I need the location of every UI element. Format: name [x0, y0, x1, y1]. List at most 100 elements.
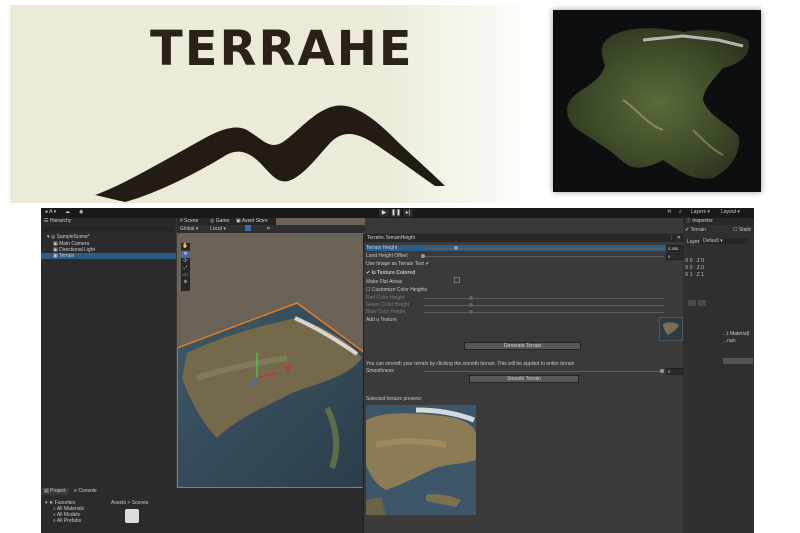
is-texture-colored-toggle[interactable]: ✔ Is Texture Colored: [366, 270, 415, 276]
pivot-label: Local: [210, 226, 222, 232]
smooth-info-text: You can smooth your terrain by clicking …: [366, 361, 575, 367]
scene-name: SampleScene*: [56, 234, 90, 240]
window-title: Terrahe.TerrainHeight ⋮ ✕: [364, 235, 684, 242]
use-image-row[interactable]: Use Image as Terrain Text ✔: [366, 261, 430, 267]
tab-console[interactable]: ≡ Console: [71, 488, 100, 495]
land-offset-slider-track[interactable]: [424, 256, 664, 257]
smoothness-field[interactable]: 5: [666, 368, 683, 375]
project-tab-label: Project: [50, 488, 66, 494]
green-color-slider-track[interactable]: [424, 305, 664, 306]
customize-color-toggle[interactable]: ☐ Customize Color Heights: [366, 287, 427, 293]
search-icon[interactable]: ⌕: [679, 209, 682, 215]
terrain-render-preview: [553, 10, 761, 192]
play-button[interactable]: ▶: [379, 209, 389, 217]
unity-scene-asset-icon[interactable]: [125, 509, 139, 523]
transform-tools: ✋ ✥ ⟳ ⤢ ▭ ⊕: [181, 243, 190, 291]
red-color-slider-track[interactable]: [424, 298, 664, 299]
move-tool-icon[interactable]: ✥: [181, 251, 190, 258]
terrain-tool-raise-icon[interactable]: [688, 300, 696, 306]
scene-view[interactable]: # Scene ◎ Game ▣ Asset Store Global ▾ Lo…: [177, 218, 365, 488]
texture-preview-image: [366, 405, 476, 515]
terrain-height-field[interactable]: 0.385: [666, 245, 683, 252]
game-tab-label: Game: [215, 218, 230, 224]
hierarchy-search[interactable]: [43, 226, 173, 232]
generate-terrain-button[interactable]: Generate Terrain: [464, 342, 581, 350]
terrain-height-window: Terrahe.TerrainHeight ⋮ ✕ Terrain Height…: [363, 234, 685, 533]
make-flat-areas-row[interactable]: Make Flat Areas: [366, 277, 460, 285]
terrain-tool-settings-icon[interactable]: [698, 300, 706, 306]
layout-dropdown[interactable]: Layout ▾: [721, 209, 740, 215]
unity-editor-window: ● A ▾ ☁ ◉ ▶ ❚❚ ▸| ⟲ ⌕ Layers ▾ Layout ▾ …: [41, 208, 754, 533]
cloud-icon[interactable]: ☁: [65, 209, 70, 215]
checkmark-icon[interactable]: ✔: [425, 261, 429, 267]
favorite-prefabs-label: All Prefabs: [56, 518, 82, 524]
favorite-item[interactable]: ⌕ All Prefabs: [53, 518, 81, 524]
snap-icon[interactable]: ⌗: [267, 226, 270, 232]
shading-dropdown[interactable]: Global ▾: [180, 226, 198, 232]
blue-color-slider-track[interactable]: [424, 312, 664, 313]
terrain-height-slider-handle[interactable]: [454, 246, 458, 250]
blue-color-height-label: Blue Color Height: [366, 309, 406, 315]
tab-hierarchy[interactable]: ☰ Hierarchy: [41, 218, 176, 225]
checkmark-icon: ✔: [366, 270, 371, 276]
close-icon[interactable]: ✕: [677, 235, 681, 242]
land-offset-slider-handle[interactable]: [421, 254, 425, 258]
project-panel: ▤ Project ≡ Console ▾ ★ Favorites ⌕ All …: [41, 488, 363, 533]
add-component-button[interactable]: [723, 358, 753, 364]
inspector-panel: ⓘ Inspector ✔ Terrain ☐ Static Layer Def…: [683, 218, 754, 533]
green-color-slider-handle[interactable]: [469, 303, 473, 307]
static-toggle[interactable]: ☐ Static: [733, 227, 751, 233]
smoothness-label: Smoothness: [366, 368, 394, 374]
tab-inspector[interactable]: ⓘ Inspector: [683, 218, 754, 225]
transform-row-1: X 0 Z 0: [685, 258, 704, 264]
transform-tool-icon[interactable]: ⊕: [181, 279, 190, 286]
tab-project[interactable]: ▤ Project: [41, 488, 69, 495]
hand-tool-icon[interactable]: ✋: [181, 243, 190, 251]
logo-banner: TERRAHE: [10, 5, 535, 203]
terrain-label: Terrain: [59, 253, 75, 259]
hierarchy-item-terrain[interactable]: ▣ Terrain: [41, 253, 176, 259]
red-color-height-label: Red Color Height: [366, 295, 405, 301]
object-name: Terrain: [690, 227, 706, 233]
hierarchy-panel: ☰ Hierarchy ▾ ◎ SampleScene* ▣ Main Came…: [41, 218, 176, 488]
account-dropdown[interactable]: ● A ▾: [45, 209, 56, 215]
tab-asset-store[interactable]: ▣ Asset Store: [233, 218, 276, 225]
window-menu-icon[interactable]: ⋮: [669, 235, 674, 242]
make-flat-areas-checkbox[interactable]: [453, 277, 460, 283]
layers-label: Layers: [691, 209, 707, 215]
breadcrumb[interactable]: Assets > Scenes: [111, 500, 148, 506]
pause-button[interactable]: ❚❚: [391, 209, 401, 217]
terrain-height-label: Terrain Height: [366, 245, 398, 251]
smoothness-slider-handle[interactable]: [660, 369, 664, 373]
collab-icon[interactable]: ◉: [79, 209, 83, 215]
static-label: Static: [738, 227, 752, 233]
add-texture-label: Add a Texture: [366, 317, 397, 323]
customize-color-label: Customize Color Heights: [371, 287, 428, 293]
main-toolbar: ● A ▾ ☁ ◉ ▶ ❚❚ ▸| ⟲ ⌕ Layers ▾ Layout ▾: [41, 208, 754, 218]
window-title-label: Terrahe.TerrainHeight: [367, 235, 416, 241]
pivot-dropdown[interactable]: Local ▾: [210, 226, 226, 232]
smooth-terrain-button[interactable]: Smooth Terrain: [469, 375, 579, 383]
smoothness-slider-track[interactable]: [424, 371, 664, 372]
land-offset-field[interactable]: 0: [666, 253, 683, 260]
inspector-tab-label: Inspector: [692, 218, 713, 224]
blue-color-slider-handle[interactable]: [469, 310, 473, 314]
grid-toggle-icon[interactable]: [245, 225, 251, 231]
rect-tool-icon[interactable]: ▭: [181, 272, 190, 279]
history-icon[interactable]: ⟲: [667, 209, 671, 215]
step-button[interactable]: ▸|: [403, 209, 413, 217]
hierarchy-item-scene[interactable]: ▾ ◎ SampleScene*: [47, 234, 90, 240]
texture-slot[interactable]: [659, 317, 683, 341]
layout-label: Layout: [721, 209, 737, 215]
scale-tool-icon[interactable]: ⤢: [181, 265, 190, 272]
terrain-height-slider-track[interactable]: [424, 248, 664, 249]
rotate-tool-icon[interactable]: ⟳: [181, 258, 190, 265]
terrain-render-image: [567, 28, 749, 179]
red-color-slider-handle[interactable]: [469, 296, 473, 300]
logo-text: TERRAHE: [150, 21, 414, 77]
hierarchy-tab-label: Hierarchy: [49, 218, 72, 224]
green-color-height-label: Green Color Height: [366, 302, 410, 308]
mountain-logo-icon: [95, 105, 445, 202]
layers-dropdown[interactable]: Layers ▾: [691, 209, 710, 215]
layer-dropdown[interactable]: Default ▾: [701, 238, 748, 244]
